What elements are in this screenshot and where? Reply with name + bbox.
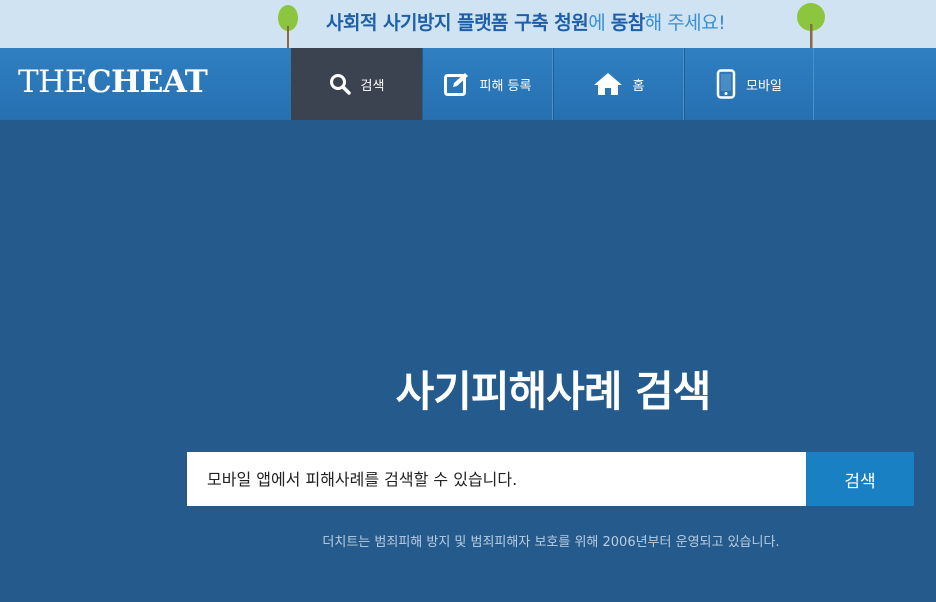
banner-text-part3: 동참 bbox=[610, 12, 645, 34]
nav-item-label: 검색 bbox=[360, 78, 385, 94]
page-title: 사기피해사례 검색 bbox=[395, 367, 712, 416]
banner-text-part4: 해 주세요! bbox=[644, 12, 726, 34]
search-input[interactable] bbox=[187, 452, 806, 506]
service-notice: 더치트는 범죄피해 방지 및 범죄피해자 보호를 위해 2006년부터 운영되고… bbox=[322, 535, 780, 550]
home-icon bbox=[593, 72, 623, 96]
search-button[interactable]: 검색 bbox=[806, 452, 914, 506]
banner-text: 사회적 사기방지 플랫폼 구축 청원에 동참해 주세요! bbox=[326, 8, 726, 35]
tree-icon bbox=[278, 5, 298, 48]
search-icon bbox=[329, 73, 351, 95]
nav-item-label: 모바일 bbox=[746, 78, 782, 94]
petition-banner[interactable]: 사회적 사기방지 플랫폼 구축 청원에 동참해 주세요! bbox=[0, 0, 936, 48]
mobile-icon bbox=[716, 69, 736, 99]
nav-item-report-damage[interactable]: 피해 등록 bbox=[422, 48, 553, 120]
nav-item-label: 홈 bbox=[632, 78, 645, 94]
banner-text-part1: 사회적 사기방지 플랫폼 구축 청원 bbox=[326, 12, 589, 34]
banner-text-part2: 에 bbox=[588, 12, 611, 34]
nav-item-home[interactable]: 홈 bbox=[553, 48, 684, 120]
tree-icon bbox=[797, 3, 825, 48]
logo-the: THE bbox=[18, 64, 87, 100]
thecheat-logo[interactable]: THECHEAT bbox=[18, 64, 208, 100]
main-nav: THECHEAT 검색 피해 등록 홈 모바일 bbox=[0, 48, 936, 120]
nav-item-label: 피해 등록 bbox=[479, 78, 532, 94]
edit-icon bbox=[443, 72, 470, 96]
nav-item-search[interactable]: 검색 bbox=[291, 48, 422, 120]
nav-item-mobile[interactable]: 모바일 bbox=[684, 48, 814, 120]
logo-cheat: CHEAT bbox=[86, 64, 208, 100]
